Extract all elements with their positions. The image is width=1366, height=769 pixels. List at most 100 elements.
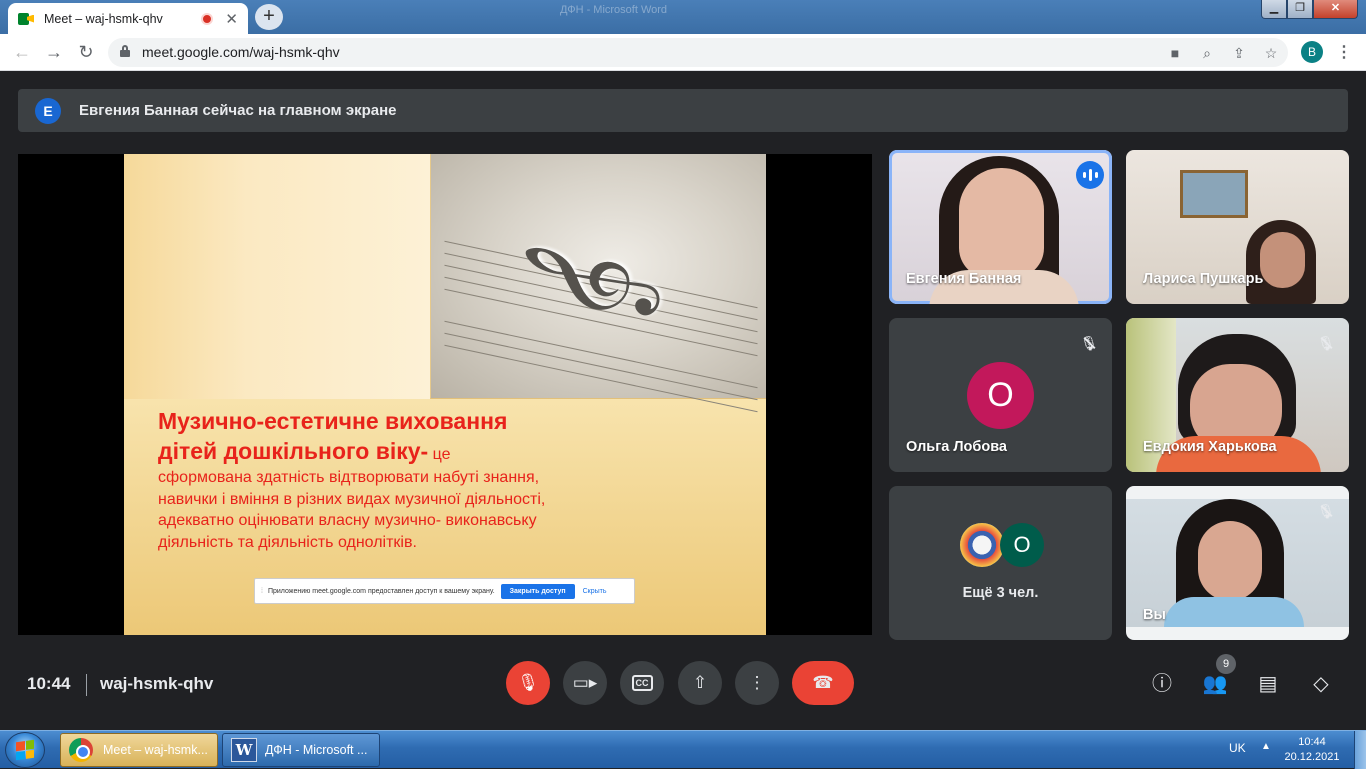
present-now-button[interactable]: ⇧ bbox=[678, 661, 722, 705]
windows-taskbar: Meet – waj-hsmk... W ДФН - Microsoft ...… bbox=[0, 730, 1366, 769]
taskbar-word-button[interactable]: W ДФН - Microsoft ... bbox=[222, 733, 380, 767]
more-participants-label: Ещё 3 чел. bbox=[962, 585, 1039, 601]
participant-avatar: О bbox=[1000, 523, 1044, 567]
participant-name: Лариса Пушкарь bbox=[1143, 271, 1264, 287]
present-screen-icon: ⇧ bbox=[692, 673, 708, 692]
more-options-button[interactable]: ⋮ bbox=[735, 661, 779, 705]
people-count-badge: 9 bbox=[1216, 654, 1236, 674]
system-date: 20.12.2021 bbox=[1284, 751, 1340, 763]
speaking-indicator-icon bbox=[1076, 161, 1104, 189]
participant-video bbox=[1180, 170, 1248, 218]
divider bbox=[86, 674, 87, 696]
chrome-icon bbox=[69, 738, 93, 762]
taskbar-word-label: ДФН - Microsoft ... bbox=[265, 743, 368, 757]
new-tab-button[interactable]: + bbox=[255, 4, 283, 30]
chat-icon: ▤ bbox=[1258, 673, 1278, 695]
url-text[interactable]: meet.google.com/waj-hsmk-qhv bbox=[142, 44, 340, 60]
slide-heading-line-1: Музично-естетичне виховання bbox=[158, 408, 508, 434]
camera-icon: ▭▸ bbox=[572, 673, 598, 692]
word-icon: W bbox=[231, 738, 257, 762]
zoom-icon[interactable]: ⌕ bbox=[1198, 44, 1216, 62]
meeting-code: waj-hsmk-qhv bbox=[100, 674, 214, 693]
participant-avatar bbox=[960, 523, 1004, 567]
recording-indicator-icon bbox=[201, 12, 214, 25]
lock-icon[interactable] bbox=[120, 45, 130, 57]
treble-clef-icon: 𝄞 bbox=[508, 226, 664, 341]
system-clock[interactable]: 10:44 20.12.2021 bbox=[1284, 735, 1340, 765]
drag-grip-icon[interactable]: ⁞ bbox=[261, 588, 263, 595]
browser-title-bar: ДФН - Microsoft Word Meet – waj-hsmk-qhv… bbox=[0, 0, 1366, 34]
presenting-banner: E Евгения Банная сейчас на главном экран… bbox=[18, 89, 1348, 132]
background-window-title: ДФН - Microsoft Word bbox=[560, 4, 668, 16]
tab-close-icon[interactable]: ✕ bbox=[225, 10, 238, 28]
participant-avatar: О bbox=[967, 362, 1034, 429]
camera-icon[interactable]: ■ bbox=[1166, 44, 1184, 62]
participant-tile[interactable]: Лариса Пушкарь bbox=[1126, 150, 1349, 304]
hang-up-icon: ☎ bbox=[812, 673, 834, 692]
star-icon[interactable]: ☆ bbox=[1262, 44, 1280, 62]
mic-off-icon: 🎙 bbox=[517, 673, 539, 692]
people-icon: 👥 bbox=[1202, 673, 1228, 695]
participant-tile[interactable]: 🎙 О Ольга Лобова bbox=[889, 318, 1112, 472]
slide-decor-strip bbox=[124, 154, 430, 399]
meeting-clock: 10:44 bbox=[27, 674, 71, 693]
meeting-details-button[interactable]: ⓘ bbox=[1147, 669, 1177, 699]
participant-name: Евгения Банная bbox=[906, 271, 1022, 287]
start-button[interactable] bbox=[5, 732, 45, 768]
presentation-stage[interactable]: 𝄞 Музично-естетичне виховання дітей дошк… bbox=[18, 154, 872, 635]
mic-off-icon: 🎙 bbox=[1078, 332, 1100, 354]
window-close-button[interactable]: ✕ bbox=[1313, 0, 1358, 19]
meet-call-view: E Евгения Банная сейчас на главном экран… bbox=[0, 71, 1366, 730]
tab-title: Meet – waj-hsmk-qhv bbox=[44, 11, 163, 26]
leave-call-button[interactable]: ☎ bbox=[792, 661, 854, 705]
slide-heading-tail: це bbox=[428, 446, 451, 463]
address-bar[interactable]: meet.google.com/waj-hsmk-qhv ■ ⌕ ⇪ ☆ bbox=[108, 38, 1288, 67]
activities-icon: ◇ bbox=[1313, 673, 1329, 695]
participant-name: Евдокия Харькова bbox=[1143, 439, 1277, 455]
presentation-slide: 𝄞 Музично-естетичне виховання дітей дошк… bbox=[124, 154, 766, 635]
hide-notice-button[interactable]: Скрыть bbox=[583, 588, 607, 595]
self-view-tile[interactable]: 🎙 Вы bbox=[1126, 486, 1349, 640]
taskbar-chrome-label: Meet – waj-hsmk... bbox=[103, 743, 208, 757]
slide-body-text: сформована здатність відтворювати набуті… bbox=[158, 469, 546, 551]
browser-tab[interactable]: Meet – waj-hsmk-qhv ✕ bbox=[8, 3, 248, 34]
participant-tile[interactable]: 🎙 Евдокия Харькова bbox=[1126, 318, 1349, 472]
profile-avatar[interactable]: B bbox=[1301, 41, 1323, 63]
share-icon[interactable]: ⇪ bbox=[1230, 44, 1248, 62]
chat-button[interactable]: ▤ bbox=[1253, 669, 1283, 699]
language-indicator[interactable]: UK bbox=[1229, 741, 1246, 755]
forward-arrow-icon[interactable]: → bbox=[42, 41, 66, 65]
screen-share-notice: ⁞ Приложению meet.google.com предоставле… bbox=[254, 578, 635, 604]
reload-icon[interactable]: ↻ bbox=[74, 41, 98, 65]
window-minimize-button[interactable]: ▁ bbox=[1261, 0, 1287, 19]
participant-name: Ольга Лобова bbox=[906, 439, 1007, 455]
activities-button[interactable]: ◇ bbox=[1306, 669, 1336, 699]
info-icon: ⓘ bbox=[1152, 673, 1172, 695]
tray-expand-icon[interactable]: ▲ bbox=[1261, 741, 1271, 752]
camera-toggle-button[interactable]: ▭▸ bbox=[563, 661, 607, 705]
participant-tile[interactable]: Евгения Банная bbox=[889, 150, 1112, 304]
browser-toolbar: ← → ↻ meet.google.com/waj-hsmk-qhv ■ ⌕ ⇪… bbox=[0, 34, 1366, 71]
meet-favicon-icon bbox=[18, 12, 34, 26]
windows-logo-icon bbox=[16, 739, 34, 761]
slide-heading-line-2: дітей дошкільного віку- bbox=[158, 438, 429, 464]
taskbar-chrome-button[interactable]: Meet – waj-hsmk... bbox=[60, 733, 218, 767]
captions-button[interactable]: CC bbox=[620, 661, 664, 705]
back-arrow-icon[interactable]: ← bbox=[10, 41, 34, 65]
captions-icon: CC bbox=[631, 675, 653, 691]
slide-heading: Музично-естетичне виховання дітей дошкіл… bbox=[158, 406, 578, 470]
more-vert-icon[interactable]: ⋮ bbox=[1336, 42, 1352, 62]
participant-name: Вы bbox=[1143, 607, 1166, 623]
mic-off-icon: 🎙 bbox=[1315, 500, 1337, 522]
microphone-toggle-button[interactable]: 🎙 bbox=[506, 661, 550, 705]
stop-sharing-button[interactable]: Закрыть доступ bbox=[500, 583, 575, 599]
presenter-avatar: E bbox=[35, 97, 61, 124]
window-maximize-button[interactable]: ❐ bbox=[1287, 0, 1313, 19]
system-time: 10:44 bbox=[1298, 736, 1326, 748]
more-vert-icon: ⋮ bbox=[748, 673, 766, 692]
more-participants-tile[interactable]: О Ещё 3 чел. bbox=[889, 486, 1112, 640]
mic-off-icon: 🎙 bbox=[1315, 332, 1337, 354]
share-notice-text: Приложению meet.google.com предоставлен … bbox=[267, 587, 495, 595]
show-desktop-button[interactable] bbox=[1354, 731, 1366, 769]
presenting-banner-text: Евгения Банная сейчас на главном экране bbox=[79, 102, 397, 119]
